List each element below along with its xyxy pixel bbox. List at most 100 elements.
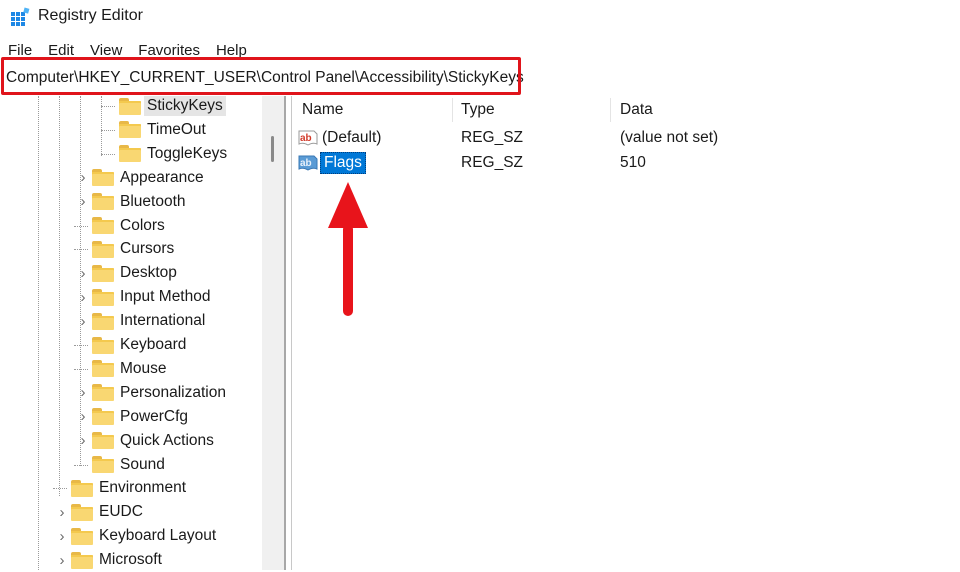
tree-item-label: ToggleKeys (147, 144, 228, 162)
folder-icon (92, 169, 114, 187)
folder-icon (92, 264, 114, 282)
folder-icon (92, 288, 114, 306)
tree-item-label: Keyboard Layout (99, 527, 217, 545)
tree-item-label: Keyboard (120, 336, 187, 353)
tree-item[interactable]: › Desktop (76, 261, 177, 285)
value-data: (value not set) (620, 129, 719, 146)
column-header-type[interactable]: Type (461, 96, 495, 124)
title-bar: Registry Editor (0, 0, 960, 34)
values-list: Name Type Data ab (Default) REG_SZ (valu… (292, 96, 960, 570)
value-data: 510 (620, 154, 646, 171)
tree-guide-line (59, 96, 60, 496)
tree-item[interactable]: ›TimeOut (103, 118, 206, 142)
tree-item-label: Microsoft (99, 551, 162, 569)
menu-view[interactable]: View (82, 42, 130, 59)
chevron-right-icon[interactable]: › (76, 408, 90, 425)
red-arrow-annotation (328, 182, 368, 316)
tree-connector (53, 488, 67, 490)
tree-item[interactable]: › International (76, 309, 205, 333)
tree-item[interactable]: › Keyboard Layout (55, 524, 216, 548)
tree-connector (101, 153, 115, 155)
chevron-right-icon[interactable]: › (76, 313, 90, 330)
value-row-selected[interactable]: ab Flags REG_SZ 510 (292, 151, 960, 175)
chevron-right-icon[interactable]: › (76, 169, 90, 186)
menu-favorites[interactable]: Favorites (130, 42, 208, 59)
column-separator[interactable] (452, 98, 453, 122)
tree-item[interactable]: › Bluetooth (76, 190, 186, 214)
tree-item[interactable]: ›Sound (76, 453, 165, 477)
tree-connector (74, 368, 88, 370)
pane-splitter[interactable] (284, 96, 292, 570)
tree-connector (74, 249, 88, 251)
folder-icon (92, 408, 114, 426)
tree-item-label: TimeOut (147, 120, 206, 138)
tree-item[interactable]: › Appearance (76, 166, 204, 190)
registry-editor-icon (11, 7, 30, 26)
tree-connector (101, 106, 115, 107)
tree-item-label: International (120, 312, 206, 330)
tree-item[interactable]: ›ToggleKeys (103, 142, 227, 166)
column-header-data[interactable]: Data (620, 96, 653, 124)
folder-icon (119, 97, 141, 115)
folder-icon (71, 503, 93, 521)
chevron-right-icon[interactable]: › (55, 504, 69, 521)
tree-item[interactable]: › Input Method (76, 285, 210, 309)
tree-item[interactable]: ›Keyboard (76, 333, 186, 357)
chevron-right-icon[interactable]: › (76, 384, 90, 401)
tree-guide-line (101, 96, 102, 156)
value-row[interactable]: ab (Default) REG_SZ (value not set) (292, 126, 960, 150)
menu-bar: File Edit View Favorites Help (0, 38, 960, 62)
tree-item-label: EUDC (99, 503, 143, 521)
tree-connector (74, 225, 88, 227)
column-header-name[interactable]: Name (302, 96, 343, 124)
chevron-right-icon[interactable]: › (55, 528, 69, 545)
folder-icon (92, 432, 114, 450)
tree-item[interactable]: › Personalization (76, 381, 226, 405)
tree-item[interactable]: › Microsoft (55, 548, 162, 572)
value-type: REG_SZ (461, 129, 524, 146)
chevron-right-icon[interactable]: › (76, 193, 90, 210)
tree-item[interactable]: › Quick Actions (76, 429, 214, 453)
tree-item-label: Colors (120, 216, 165, 234)
tree-connector (74, 464, 88, 466)
tree-item-label: Environment (99, 479, 187, 497)
chevron-right-icon[interactable]: › (76, 289, 90, 306)
tree-connector (101, 129, 115, 131)
window-title: Registry Editor (38, 7, 143, 24)
chevron-right-icon[interactable]: › (76, 265, 90, 282)
arrow-shaft (343, 224, 353, 316)
tree-item-label: Mouse (120, 359, 167, 377)
folder-icon (92, 217, 114, 234)
tree-item[interactable]: ›Colors (76, 214, 165, 238)
menu-help[interactable]: Help (208, 42, 255, 59)
tree-item[interactable]: ›Cursors (76, 237, 174, 261)
value-name: (Default) (322, 129, 382, 146)
column-separator[interactable] (610, 98, 611, 122)
arrow-head (328, 182, 368, 228)
tree-item-label: PowerCfg (120, 407, 189, 425)
tree-item-label: Input Method (120, 288, 211, 306)
menu-file[interactable]: File (0, 42, 40, 59)
tree-item-label: Sound (120, 455, 165, 473)
folder-icon (92, 456, 114, 473)
menu-edit[interactable]: Edit (40, 42, 82, 59)
tree-scrollbar-thumb[interactable] (271, 136, 274, 162)
folder-icon (119, 145, 141, 163)
tree-item[interactable]: › PowerCfg (76, 405, 188, 429)
value-type: REG_SZ (461, 154, 524, 171)
tree-item-label: Desktop (120, 264, 177, 282)
address-input[interactable] (6, 66, 906, 90)
tree-item[interactable]: › EUDC (55, 500, 143, 524)
tree-item[interactable]: ›StickyKeys (103, 94, 226, 118)
folder-icon (71, 479, 93, 497)
folder-icon (92, 360, 114, 378)
tree-item[interactable]: ›Mouse (76, 357, 167, 381)
tree-item[interactable]: ›Environment (55, 476, 186, 500)
folder-icon (92, 193, 114, 211)
chevron-right-icon[interactable]: › (55, 552, 69, 569)
chevron-right-icon[interactable]: › (76, 432, 90, 449)
tree-item-label: Quick Actions (120, 431, 214, 449)
string-value-icon: ab (298, 155, 318, 171)
tree-item-label: Cursors (120, 240, 175, 258)
tree-scrollbar[interactable] (262, 96, 284, 570)
